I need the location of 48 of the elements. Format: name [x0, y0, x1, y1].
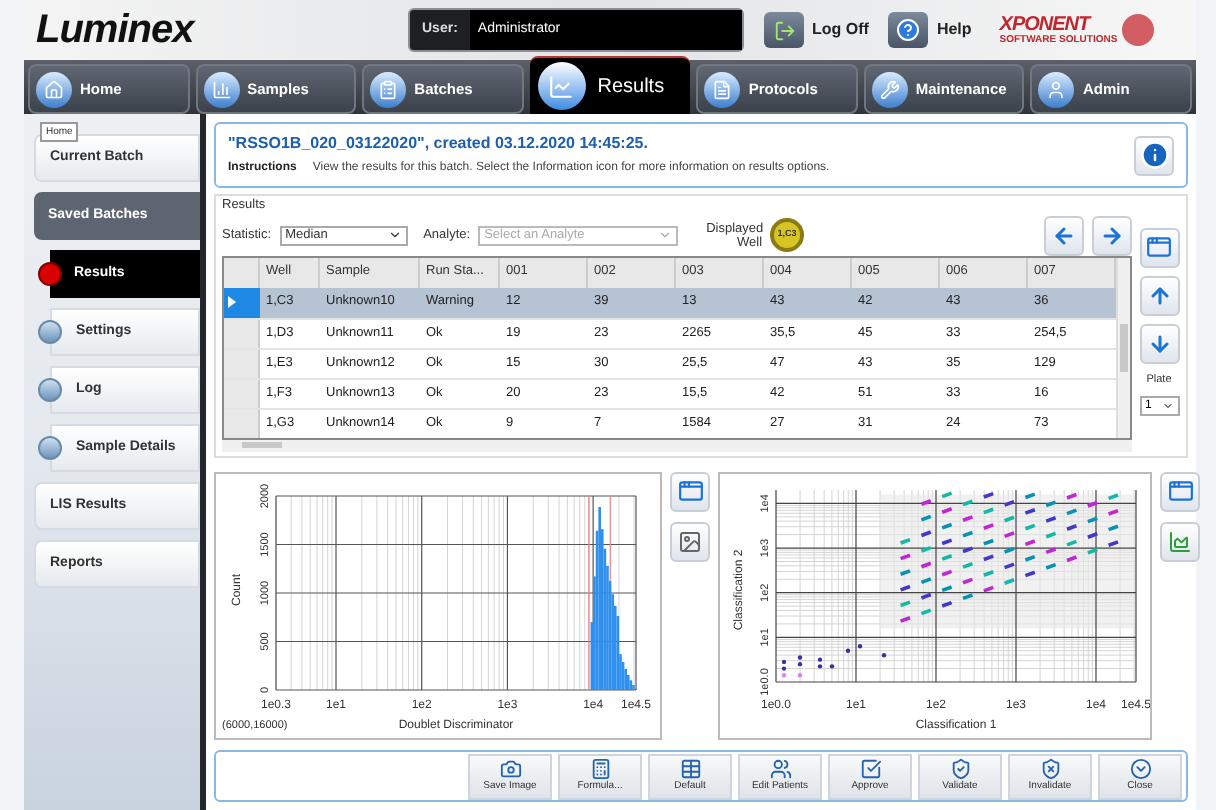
- calculator-icon: [589, 757, 611, 780]
- table-icon: [679, 757, 701, 780]
- document-icon: [704, 71, 741, 107]
- batch-title: "RSSO1B_020_03122020", created 03.12.2020 14:45:25.: [228, 132, 650, 156]
- log-off-button[interactable]: Log Off: [764, 12, 869, 48]
- move-up-button[interactable]: [1139, 275, 1179, 316]
- window-button[interactable]: [1139, 227, 1179, 268]
- help-button[interactable]: Help: [888, 12, 972, 48]
- previous-button[interactable]: [1044, 215, 1084, 256]
- next-button[interactable]: [1092, 215, 1132, 256]
- vertical-scrollbar[interactable]: [1116, 257, 1130, 438]
- chart-button[interactable]: [1160, 521, 1200, 562]
- line-chart-icon: [537, 62, 586, 110]
- person-icon: [1038, 71, 1075, 107]
- help-icon: [888, 12, 929, 48]
- left-arrow-icon: [1052, 223, 1076, 248]
- app-logo: Luminex: [36, 6, 198, 56]
- area-chart-icon: [1168, 529, 1192, 554]
- exit-icon: [764, 12, 804, 48]
- nav-tab[interactable]: Results: [529, 56, 691, 114]
- chevron-icon: [1161, 400, 1173, 412]
- camera-icon: [499, 757, 521, 780]
- info-button[interactable]: [1134, 135, 1174, 175]
- window-icon: [1146, 234, 1172, 261]
- down-arrow-icon: [1147, 331, 1171, 356]
- people-icon: [769, 757, 791, 780]
- down-circle-icon: [1129, 757, 1151, 780]
- image-icon: [678, 529, 702, 554]
- clipboard-icon: [370, 71, 407, 107]
- window-button[interactable]: [1160, 471, 1200, 512]
- bar-chart-icon: [203, 71, 240, 107]
- chevron-icon: [658, 228, 673, 243]
- window-icon: [1167, 478, 1193, 505]
- move-down-button[interactable]: [1139, 323, 1179, 364]
- right-arrow-icon: [1100, 223, 1124, 248]
- wrench-icon: [871, 71, 908, 107]
- up-arrow-icon: [1147, 283, 1171, 308]
- house-icon: [36, 71, 72, 107]
- image-button[interactable]: [670, 521, 710, 562]
- checkbox-icon: [859, 757, 881, 780]
- row-pointer-icon: [228, 296, 236, 309]
- shield-check-icon: [949, 757, 971, 780]
- window-icon: [677, 478, 703, 505]
- shield-x-icon: [1039, 757, 1061, 780]
- chevron-icon: [387, 228, 402, 243]
- window-button[interactable]: [670, 471, 710, 512]
- info-icon: [1139, 140, 1169, 170]
- brand-logo: XPONENT: [999, 15, 1094, 35]
